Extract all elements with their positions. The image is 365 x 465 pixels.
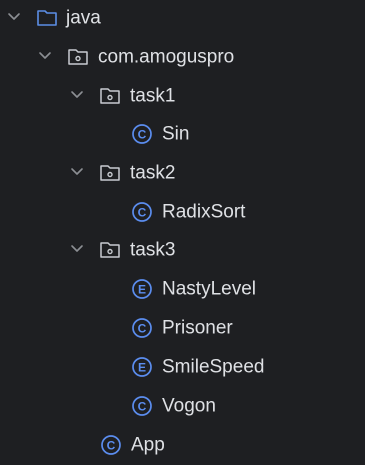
tree-node-task1[interactable]: task1 (0, 77, 365, 115)
svg-text:C: C (138, 321, 147, 335)
chevron-down-icon[interactable] (7, 10, 21, 24)
package-icon (99, 162, 121, 184)
class-icon: C (131, 201, 153, 223)
tree-node-smilespeed[interactable]: E SmileSpeed (0, 348, 365, 386)
chevron-down-icon[interactable] (70, 242, 84, 256)
tree-node-nastylevel[interactable]: E NastyLevel (0, 270, 365, 308)
enum-icon: E (131, 278, 153, 300)
tree-node-label: Vogon (162, 395, 216, 417)
tree-node-radixsort[interactable]: C RadixSort (0, 193, 365, 231)
svg-text:C: C (107, 438, 116, 452)
package-icon (99, 85, 121, 107)
source-folder-icon (36, 7, 58, 29)
svg-text:E: E (138, 282, 146, 296)
enum-icon: E (131, 356, 153, 378)
chevron-down-icon[interactable] (38, 49, 52, 63)
tree-node-label: Prisoner (162, 317, 233, 339)
tree-node-label: task1 (130, 85, 176, 107)
svg-text:C: C (138, 205, 147, 219)
chevron-down-icon[interactable] (70, 88, 84, 102)
tree-node-label: SmileSpeed (162, 356, 265, 378)
class-icon: C (131, 123, 153, 145)
tree-node-label: Sin (162, 123, 190, 145)
tree-node-app[interactable]: C App (0, 426, 365, 464)
svg-text:C: C (138, 399, 147, 413)
tree-node-prisoner[interactable]: C Prisoner (0, 309, 365, 347)
class-icon: C (100, 434, 122, 456)
tree-node-label: task3 (130, 239, 176, 261)
svg-text:C: C (138, 127, 147, 141)
tree-node-task3[interactable]: task3 (0, 231, 365, 269)
svg-text:E: E (138, 360, 146, 374)
tree-node-vogon[interactable]: C Vogon (0, 387, 365, 425)
package-icon (99, 239, 121, 261)
tree-node-sin[interactable]: C Sin (0, 115, 365, 153)
project-tree: java com.amoguspro task1 C Sin task2 C R… (0, 0, 365, 465)
tree-node-task2[interactable]: task2 (0, 154, 365, 192)
tree-node-java[interactable]: java (0, 0, 365, 37)
tree-node-label: task2 (130, 162, 176, 184)
tree-node-label: App (131, 434, 165, 456)
tree-node-label: NastyLevel (162, 278, 256, 300)
tree-node-label: RadixSort (162, 201, 246, 223)
tree-node-com-amoguspro[interactable]: com.amoguspro (0, 38, 365, 76)
tree-node-label: java (66, 7, 101, 29)
chevron-down-icon[interactable] (70, 165, 84, 179)
tree-node-label: com.amoguspro (98, 46, 235, 68)
package-icon (67, 46, 89, 68)
class-icon: C (131, 395, 153, 417)
class-icon: C (131, 317, 153, 339)
